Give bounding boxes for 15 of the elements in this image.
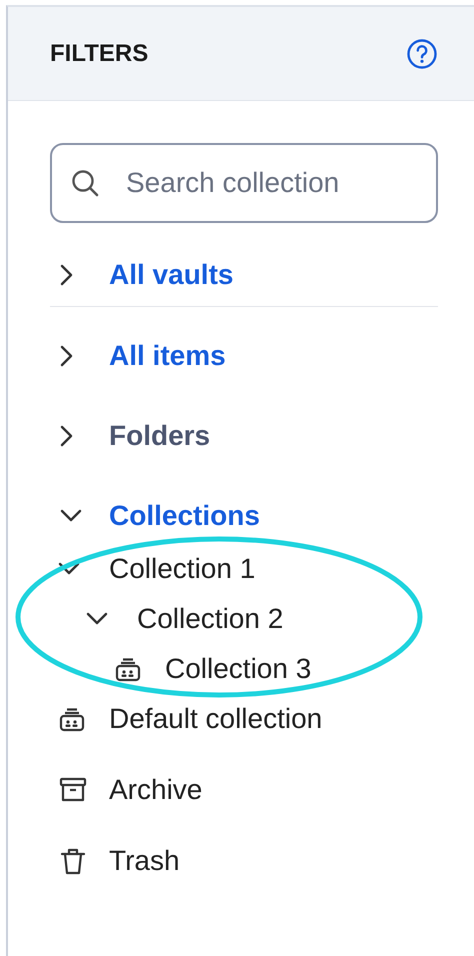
collection-item[interactable]: Default collection [109, 703, 322, 735]
search-field[interactable]: Search collection [50, 143, 438, 223]
help-icon[interactable] [406, 38, 438, 70]
filter-item[interactable]: Trash [109, 845, 180, 877]
section-link[interactable]: All items [109, 340, 226, 372]
collection-item[interactable]: Collection 3 [165, 653, 312, 685]
panel-title: FILTERS [50, 40, 148, 68]
filter-item[interactable]: Archive [109, 774, 202, 806]
section-link[interactable]: All vaults [109, 259, 234, 291]
section-link[interactable]: Folders [109, 420, 210, 452]
section-link[interactable]: Collections [109, 500, 260, 532]
search-icon [70, 168, 100, 198]
collection-item[interactable]: Collection 2 [137, 603, 284, 635]
trash-can-icon [58, 846, 88, 876]
collection-item[interactable]: Collection 1 [109, 553, 256, 585]
